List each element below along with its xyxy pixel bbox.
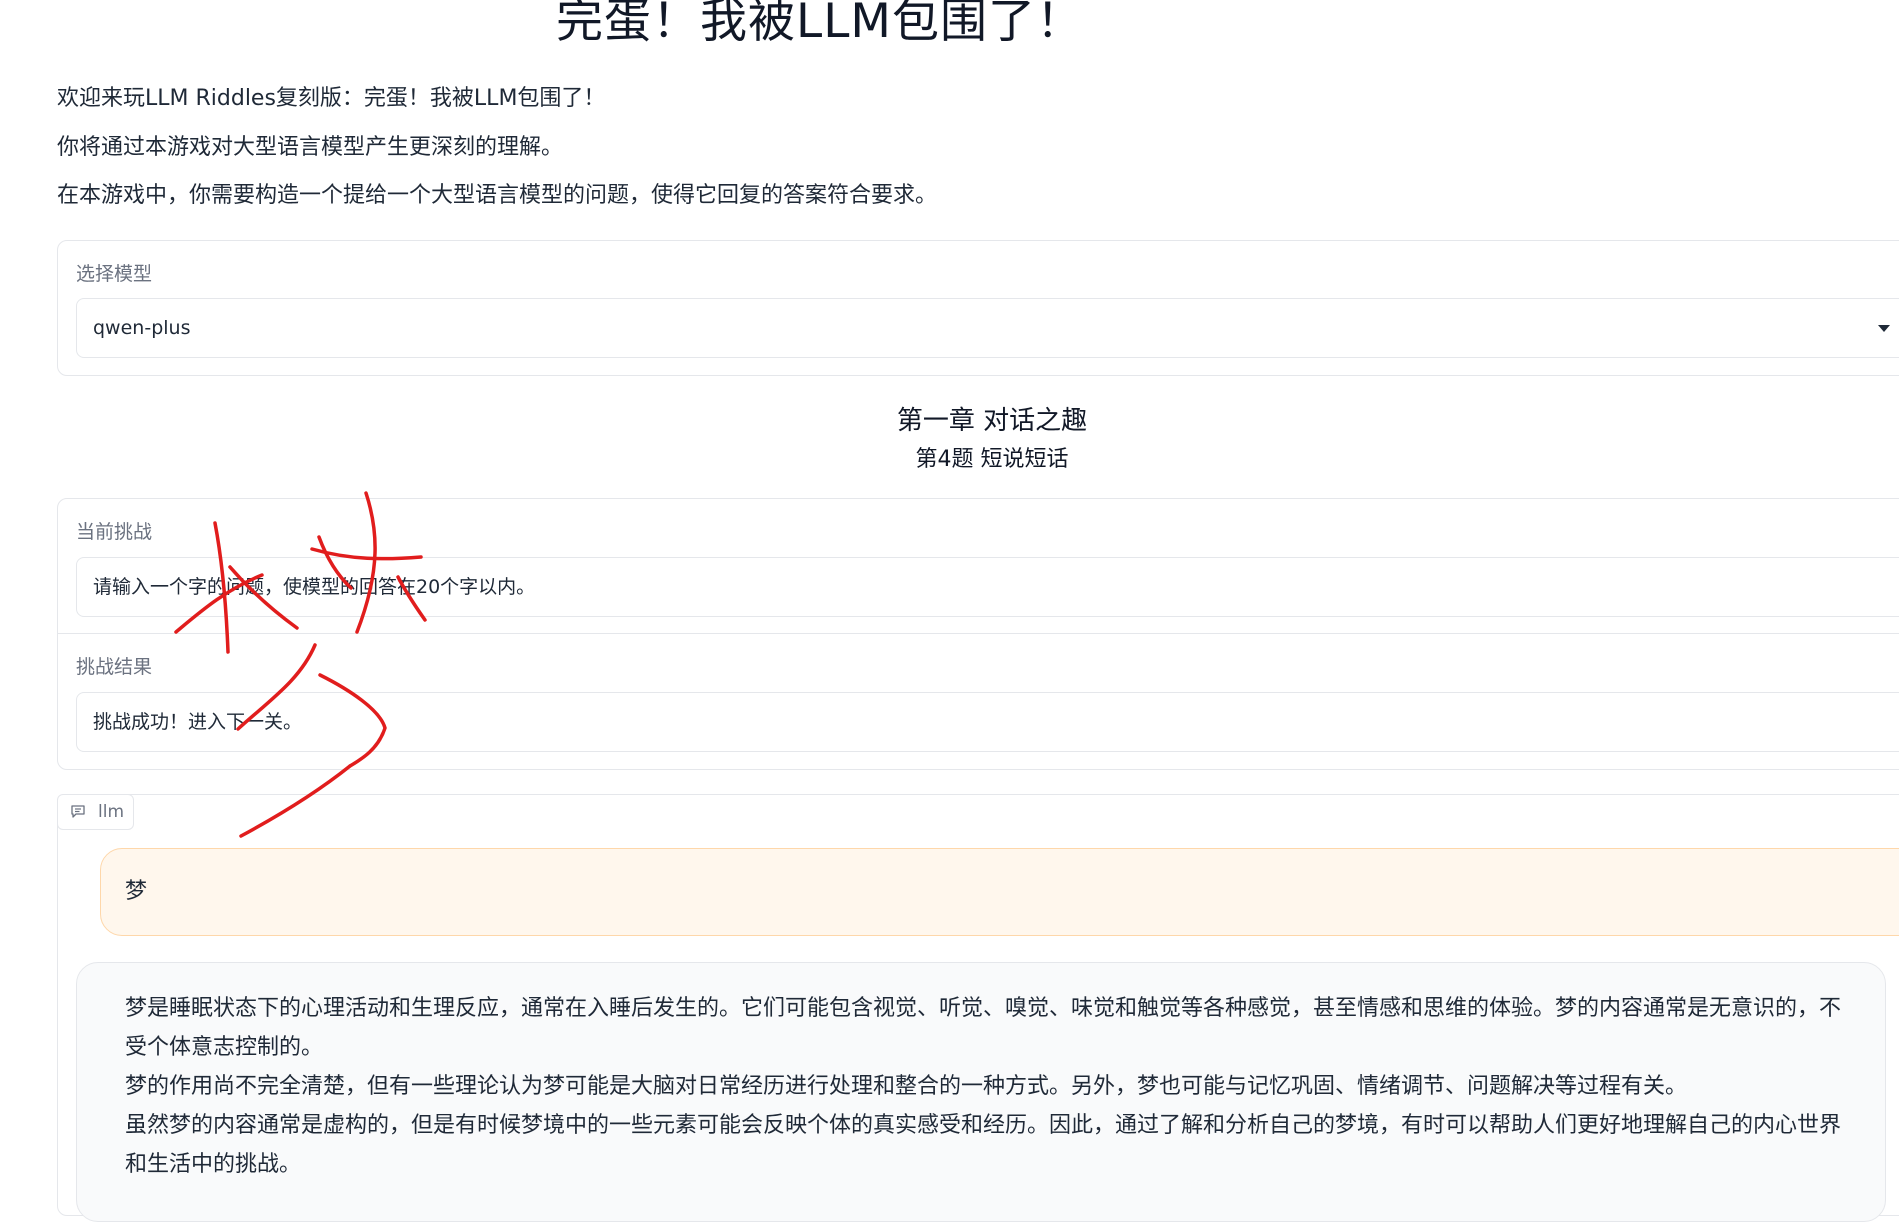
result-text-field: 挑战成功！进入下一关。 (76, 692, 1899, 752)
result-text: 挑战成功！进入下一关。 (93, 711, 303, 733)
bot-message-paragraph: 梦的作用尚不完全清楚，但有一些理论认为梦可能是大脑对日常经历进行处理和整合的一种… (125, 1074, 1688, 1099)
challenge-text-field: 请输入一个字的问题，使模型的回答在20个字以内。 (76, 557, 1899, 617)
result-label: 挑战结果 (76, 656, 153, 678)
model-select-dropdown[interactable]: qwen-plus (76, 298, 1899, 358)
model-select-label: 选择模型 (76, 263, 153, 285)
page-title: 完蛋！我被LLM包围了！ (556, 0, 1084, 49)
chat-bubble-icon (71, 805, 85, 818)
model-select-value: qwen-plus (93, 317, 191, 339)
challenge-panel: 当前挑战 请输入一个字的问题，使模型的回答在20个字以内。 挑战结果 挑战成功！… (57, 498, 1899, 770)
user-message-text: 梦 (125, 879, 148, 904)
panel-divider (58, 633, 1899, 634)
chapter-title: 第一章 对话之趣 (896, 406, 1088, 436)
chatbot-label: llm (98, 802, 125, 822)
challenge-text: 请输入一个字的问题，使模型的回答在20个字以内。 (93, 576, 536, 598)
model-select-panel: 选择模型 qwen-plus (57, 240, 1899, 376)
challenge-label: 当前挑战 (76, 521, 153, 543)
intro-line-3: 在本游戏中，你需要构造一个提给一个大型语言模型的问题，使得它回复的答案符合要求。 (57, 183, 938, 208)
intro-line-1: 欢迎来玩LLM Riddles复刻版：完蛋！我被LLM包围了！ (57, 86, 606, 111)
bot-message-bubble: 梦是睡眠状态下的心理活动和生理反应，通常在入睡后发生的。它们可能包含视觉、听觉、… (76, 962, 1886, 1222)
intro-line-2: 你将通过本游戏对大型语言模型产生更深刻的理解。 (57, 135, 564, 160)
chevron-down-icon[interactable] (1859, 299, 1899, 357)
level-title: 第4题 短说短话 (915, 447, 1069, 472)
chatbot-label-tag: llm (57, 794, 134, 830)
bot-message-paragraph: 虽然梦的内容通常是虚构的，但是有时候梦境中的一些元素可能会反映个体的真实感受和经… (125, 1113, 1842, 1177)
user-message-bubble: 梦 (100, 848, 1899, 936)
bot-message-paragraph: 梦是睡眠状态下的心理活动和生理反应，通常在入睡后发生的。它们可能包含视觉、听觉、… (125, 996, 1842, 1060)
